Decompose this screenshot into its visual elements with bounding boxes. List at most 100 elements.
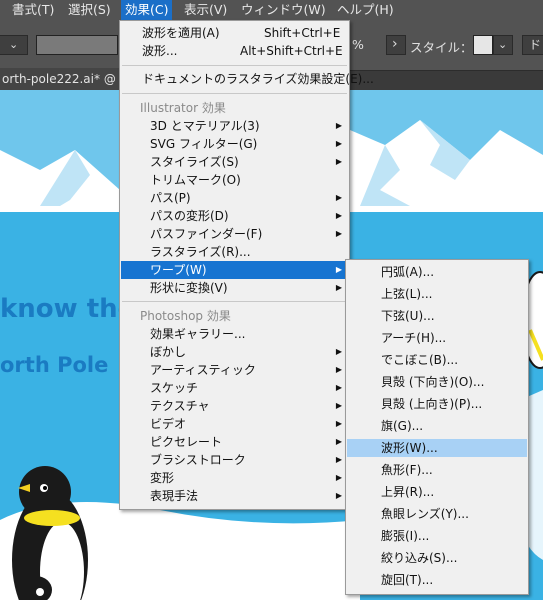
menu-format[interactable]: 書式(T) <box>8 0 58 20</box>
stroke-profile-field[interactable] <box>36 35 118 55</box>
illustrator-effect-item-5[interactable]: パスの変形(D) ▶ <box>121 207 348 225</box>
photoshop-effect-item-label: 表現手法 <box>150 489 199 503</box>
photoshop-effect-item-7[interactable]: ブラシストローク ▶ <box>121 451 348 469</box>
illustrator-effect-item-9[interactable]: 形状に変換(V) ▶ <box>121 279 348 297</box>
submenu-arrow-icon: ▶ <box>335 347 342 356</box>
warp-item-4[interactable]: でこぼこ(B)... <box>347 351 527 369</box>
warp-item-label: 貝殻 (上向き)(P)... <box>381 397 483 411</box>
illustrator-effect-item-8[interactable]: ワープ(W) ▶ <box>121 261 348 279</box>
photoshop-effect-item-5[interactable]: ビデオ ▶ <box>121 415 348 433</box>
document-setup-button[interactable]: ド <box>522 35 543 55</box>
illustrator-effect-item-2[interactable]: スタイライズ(S) ▶ <box>121 153 348 171</box>
illustrator-effect-item-7[interactable]: ラスタライズ(R)... <box>121 243 348 261</box>
warp-item-2[interactable]: 下弦(U)... <box>347 307 527 325</box>
warp-item-label: 上弦(L)... <box>381 287 433 301</box>
photoshop-effect-item-label: テクスチャ <box>150 399 210 413</box>
illustrator-effect-item-6[interactable]: パスファインダー(F) ▶ <box>121 225 348 243</box>
warp-item-5[interactable]: 貝殻 (下向き)(O)... <box>347 373 527 391</box>
submenu-arrow-icon: ▶ <box>335 157 342 166</box>
photoshop-effect-item-6[interactable]: ピクセレート ▶ <box>121 433 348 451</box>
warp-item-label: 貝殻 (下向き)(O)... <box>381 375 485 389</box>
style-dropdown[interactable]: ⌄ <box>493 35 513 55</box>
warp-item-1[interactable]: 上弦(L)... <box>347 285 527 303</box>
photoshop-effect-item-label: ピクセレート <box>150 435 223 449</box>
submenu-arrow-icon: ▶ <box>335 437 342 446</box>
artwork-heading-line1: know the <box>0 294 136 324</box>
warp-item-label: でこぼこ(B)... <box>381 353 459 367</box>
warp-item-11[interactable]: 魚眼レンズ(Y)... <box>347 505 527 523</box>
warp-item-12[interactable]: 膨張(I)... <box>347 527 527 545</box>
submenu-arrow-icon: ▶ <box>335 473 342 482</box>
photoshop-effect-item-1[interactable]: ぼかし ▶ <box>121 343 348 361</box>
submenu-arrow-icon: ▶ <box>335 211 342 220</box>
warp-item-6[interactable]: 貝殻 (上向き)(P)... <box>347 395 527 413</box>
photoshop-effect-item-label: スケッチ <box>150 381 199 395</box>
warp-item-9[interactable]: 魚形(F)... <box>347 461 527 479</box>
warp-item-label: 円弧(A)... <box>381 265 435 279</box>
illustrator-effect-item-label: パスの変形(D) <box>150 209 229 223</box>
photoshop-effect-item-4[interactable]: テクスチャ ▶ <box>121 397 348 415</box>
chevron-right-icon: › <box>392 36 398 52</box>
photoshop-effect-item-label: 変形 <box>150 471 175 485</box>
artwork-heading-line2: orth Pole <box>0 353 109 377</box>
submenu-arrow-icon: ▶ <box>335 365 342 374</box>
illustrator-effect-item-label: パス(P) <box>150 191 191 205</box>
illustrator-effect-item-label: パスファインダー(F) <box>150 227 263 241</box>
photoshop-effect-item-8[interactable]: 変形 ▶ <box>121 469 348 487</box>
warp-item-3[interactable]: アーチ(H)... <box>347 329 527 347</box>
photoshop-effects-header: Photoshop 効果 <box>140 309 231 323</box>
warp-item-label: 膨張(I)... <box>381 529 430 543</box>
apply-last-effect-shortcut: Shift+Ctrl+E <box>264 26 341 40</box>
stroke-weight-dropdown[interactable]: ⌄ <box>0 35 28 55</box>
photoshop-effect-item-2[interactable]: アーティスティック ▶ <box>121 361 348 379</box>
warp-item-label: 絞り込み(S)... <box>381 551 458 565</box>
warp-item-0[interactable]: 円弧(A)... <box>347 263 527 281</box>
warp-item-label: 波形(W)... <box>381 441 438 455</box>
warp-submenu: 円弧(A)... 上弦(L)... 下弦(U)... アーチ(H)... でこぼこ(B)… <box>345 259 529 595</box>
menu-separator <box>122 65 347 66</box>
warp-item-label: 旋回(T)... <box>381 573 434 587</box>
opacity-percent: % <box>352 37 364 52</box>
style-label: スタイル： <box>410 40 473 55</box>
illustrator-effect-item-4[interactable]: パス(P) ▶ <box>121 189 348 207</box>
opacity-arrow-button[interactable]: › <box>386 35 406 55</box>
illustrator-effect-item-0[interactable]: 3D とマテリアル(3) ▶ <box>121 117 348 135</box>
warp-item-10[interactable]: 上昇(R)... <box>347 483 527 501</box>
warp-item-14[interactable]: 旋回(T)... <box>347 571 527 589</box>
apply-last-effect-item[interactable]: 波形を適用(A) Shift+Ctrl+E <box>121 24 348 42</box>
menu-window[interactable]: ウィンドウ(W) <box>237 0 330 20</box>
illustrator-effect-item-label: ワープ(W) <box>150 263 207 277</box>
illustrator-effects-header: Illustrator 効果 <box>140 101 226 115</box>
photoshop-effect-item-0[interactable]: 効果ギャラリー... <box>121 325 348 343</box>
last-effect-label: 波形... <box>142 44 178 58</box>
warp-item-label: 魚眼レンズ(Y)... <box>381 507 469 521</box>
warp-item-7[interactable]: 旗(G)... <box>347 417 527 435</box>
submenu-arrow-icon: ▶ <box>335 383 342 392</box>
menu-help[interactable]: ヘルプ(H) <box>333 0 398 20</box>
menu-bar: 書式(T) 選択(S) 効果(C) 表示(V) ウィンドウ(W) ヘルプ(H) <box>0 0 543 20</box>
submenu-arrow-icon: ▶ <box>335 121 342 130</box>
illustrator-effect-item-label: ラスタライズ(R)... <box>150 245 251 259</box>
warp-item-8[interactable]: 波形(W)... <box>347 439 527 457</box>
illustrator-effect-item-label: 形状に変換(V) <box>150 281 228 295</box>
submenu-arrow-icon: ▶ <box>335 193 342 202</box>
photoshop-effect-item-3[interactable]: スケッチ ▶ <box>121 379 348 397</box>
raster-settings-item[interactable]: ドキュメントのラスタライズ効果設定(E)... <box>121 70 374 88</box>
menu-effect[interactable]: 効果(C) <box>121 0 173 20</box>
menu-view[interactable]: 表示(V) <box>180 0 231 20</box>
document-setup-label: ド <box>529 38 542 52</box>
document-tab[interactable]: orth-pole222.ai* @ 100 <box>0 68 130 90</box>
last-effect-item[interactable]: 波形... Alt+Shift+Ctrl+E <box>121 42 348 60</box>
photoshop-effect-item-9[interactable]: 表現手法 ▶ <box>121 487 348 505</box>
photoshop-effect-item-label: 効果ギャラリー... <box>150 327 246 341</box>
illustrator-effect-item-1[interactable]: SVG フィルター(G) ▶ <box>121 135 348 153</box>
illustrator-effect-item-3[interactable]: トリムマーク(O) <box>121 171 348 189</box>
illustrator-effect-item-label: 3D とマテリアル(3) <box>150 119 260 133</box>
warp-item-13[interactable]: 絞り込み(S)... <box>347 549 527 567</box>
submenu-arrow-icon: ▶ <box>335 229 342 238</box>
chevron-down-icon: ⌄ <box>9 38 19 51</box>
photoshop-effect-item-label: アーティスティック <box>150 363 256 377</box>
warp-item-label: 上昇(R)... <box>381 485 435 499</box>
style-swatch[interactable] <box>473 35 493 55</box>
menu-select[interactable]: 選択(S) <box>64 0 115 20</box>
